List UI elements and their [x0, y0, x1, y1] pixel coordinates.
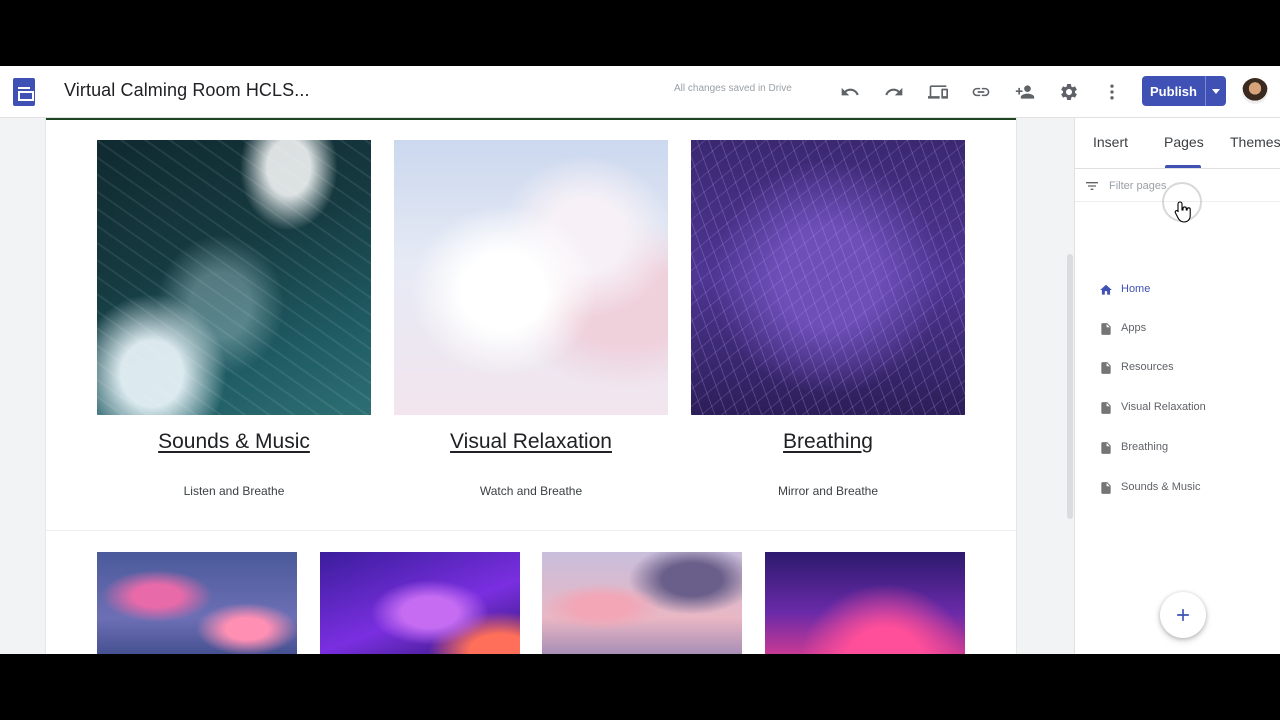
redo-icon[interactable] [882, 80, 906, 104]
publish-button[interactable]: Publish [1142, 76, 1226, 106]
hand-cursor-icon [1174, 201, 1191, 223]
page-item-label: Apps [1121, 322, 1147, 334]
settings-icon[interactable] [1057, 80, 1081, 104]
tabs-divider [1075, 168, 1280, 169]
purple-abstract-image[interactable] [691, 140, 965, 415]
page-item-sounds-music[interactable]: Sounds & Music [1075, 473, 1280, 503]
google-sites-logo[interactable] [13, 78, 35, 106]
tab-pages[interactable]: Pages [1164, 134, 1204, 150]
more-icon[interactable] [1100, 80, 1124, 104]
filter-icon [1086, 182, 1098, 190]
page-icon [1101, 482, 1111, 494]
pink-clouds-image[interactable] [97, 552, 297, 654]
tile-heading[interactable]: Visual Relaxation [394, 430, 668, 454]
undo-icon[interactable] [838, 80, 862, 104]
tile-subtitle[interactable]: Mirror and Breathe [691, 484, 965, 498]
tile-heading[interactable]: Breathing [691, 430, 965, 454]
page-icon [1101, 402, 1111, 414]
page-item-label: Home [1121, 283, 1151, 295]
page-item-label: Visual Relaxation [1121, 401, 1206, 413]
tab-insert[interactable]: Insert [1093, 134, 1128, 150]
page-item-resources[interactable]: Resources [1075, 353, 1280, 383]
link-icon[interactable] [969, 80, 993, 104]
clouds-image[interactable] [394, 140, 668, 415]
sites-editor: Virtual Calming Room HCLS... All changes… [0, 66, 1280, 654]
page-item-apps[interactable]: Apps [1075, 314, 1280, 344]
page-icon [1101, 442, 1111, 454]
tab-themes[interactable]: Themes [1230, 134, 1280, 150]
tile-breathing[interactable]: Breathing Mirror and Breathe [691, 140, 965, 520]
tile-subtitle[interactable]: Watch and Breathe [394, 484, 668, 498]
page-item-breathing[interactable]: Breathing [1075, 433, 1280, 463]
section-divider [46, 530, 1016, 531]
purple-smoke-image[interactable] [320, 552, 520, 654]
tile-sounds-music[interactable]: Sounds & Music Listen and Breathe [97, 140, 371, 520]
page-canvas[interactable]: Sounds & Music Listen and Breathe Visual… [45, 118, 1017, 654]
header-divider [46, 118, 1016, 120]
page-item-label: Sounds & Music [1121, 481, 1201, 493]
publish-dropdown-icon[interactable] [1206, 76, 1226, 106]
plus-icon [1177, 609, 1189, 621]
sunset-clouds-image[interactable] [542, 552, 742, 654]
save-status: All changes saved in Drive [674, 83, 792, 94]
page-icon [1101, 323, 1111, 335]
top-bar: Virtual Calming Room HCLS... All changes… [0, 66, 1280, 118]
page-icon [1101, 362, 1111, 374]
canvas-scrollbar[interactable] [1067, 254, 1073, 519]
share-icon[interactable] [1013, 80, 1037, 104]
document-title[interactable]: Virtual Calming Room HCLS... [64, 80, 310, 101]
publish-label[interactable]: Publish [1142, 76, 1205, 106]
page-item-home[interactable]: Home [1075, 275, 1280, 305]
page-item-visual-relaxation[interactable]: Visual Relaxation [1075, 393, 1280, 423]
page-item-label: Resources [1121, 361, 1174, 373]
home-icon [1100, 284, 1112, 295]
ocean-waves-image[interactable] [97, 140, 371, 415]
tile-subtitle[interactable]: Listen and Breathe [97, 484, 371, 498]
sunset-horizon-image[interactable] [765, 552, 965, 654]
avatar[interactable] [1242, 78, 1268, 104]
preview-icon[interactable] [926, 80, 950, 104]
tile-heading[interactable]: Sounds & Music [97, 430, 371, 454]
add-page-button[interactable] [1160, 592, 1206, 638]
tile-visual-relaxation[interactable]: Visual Relaxation Watch and Breathe [394, 140, 668, 520]
page-item-label: Breathing [1121, 441, 1169, 453]
